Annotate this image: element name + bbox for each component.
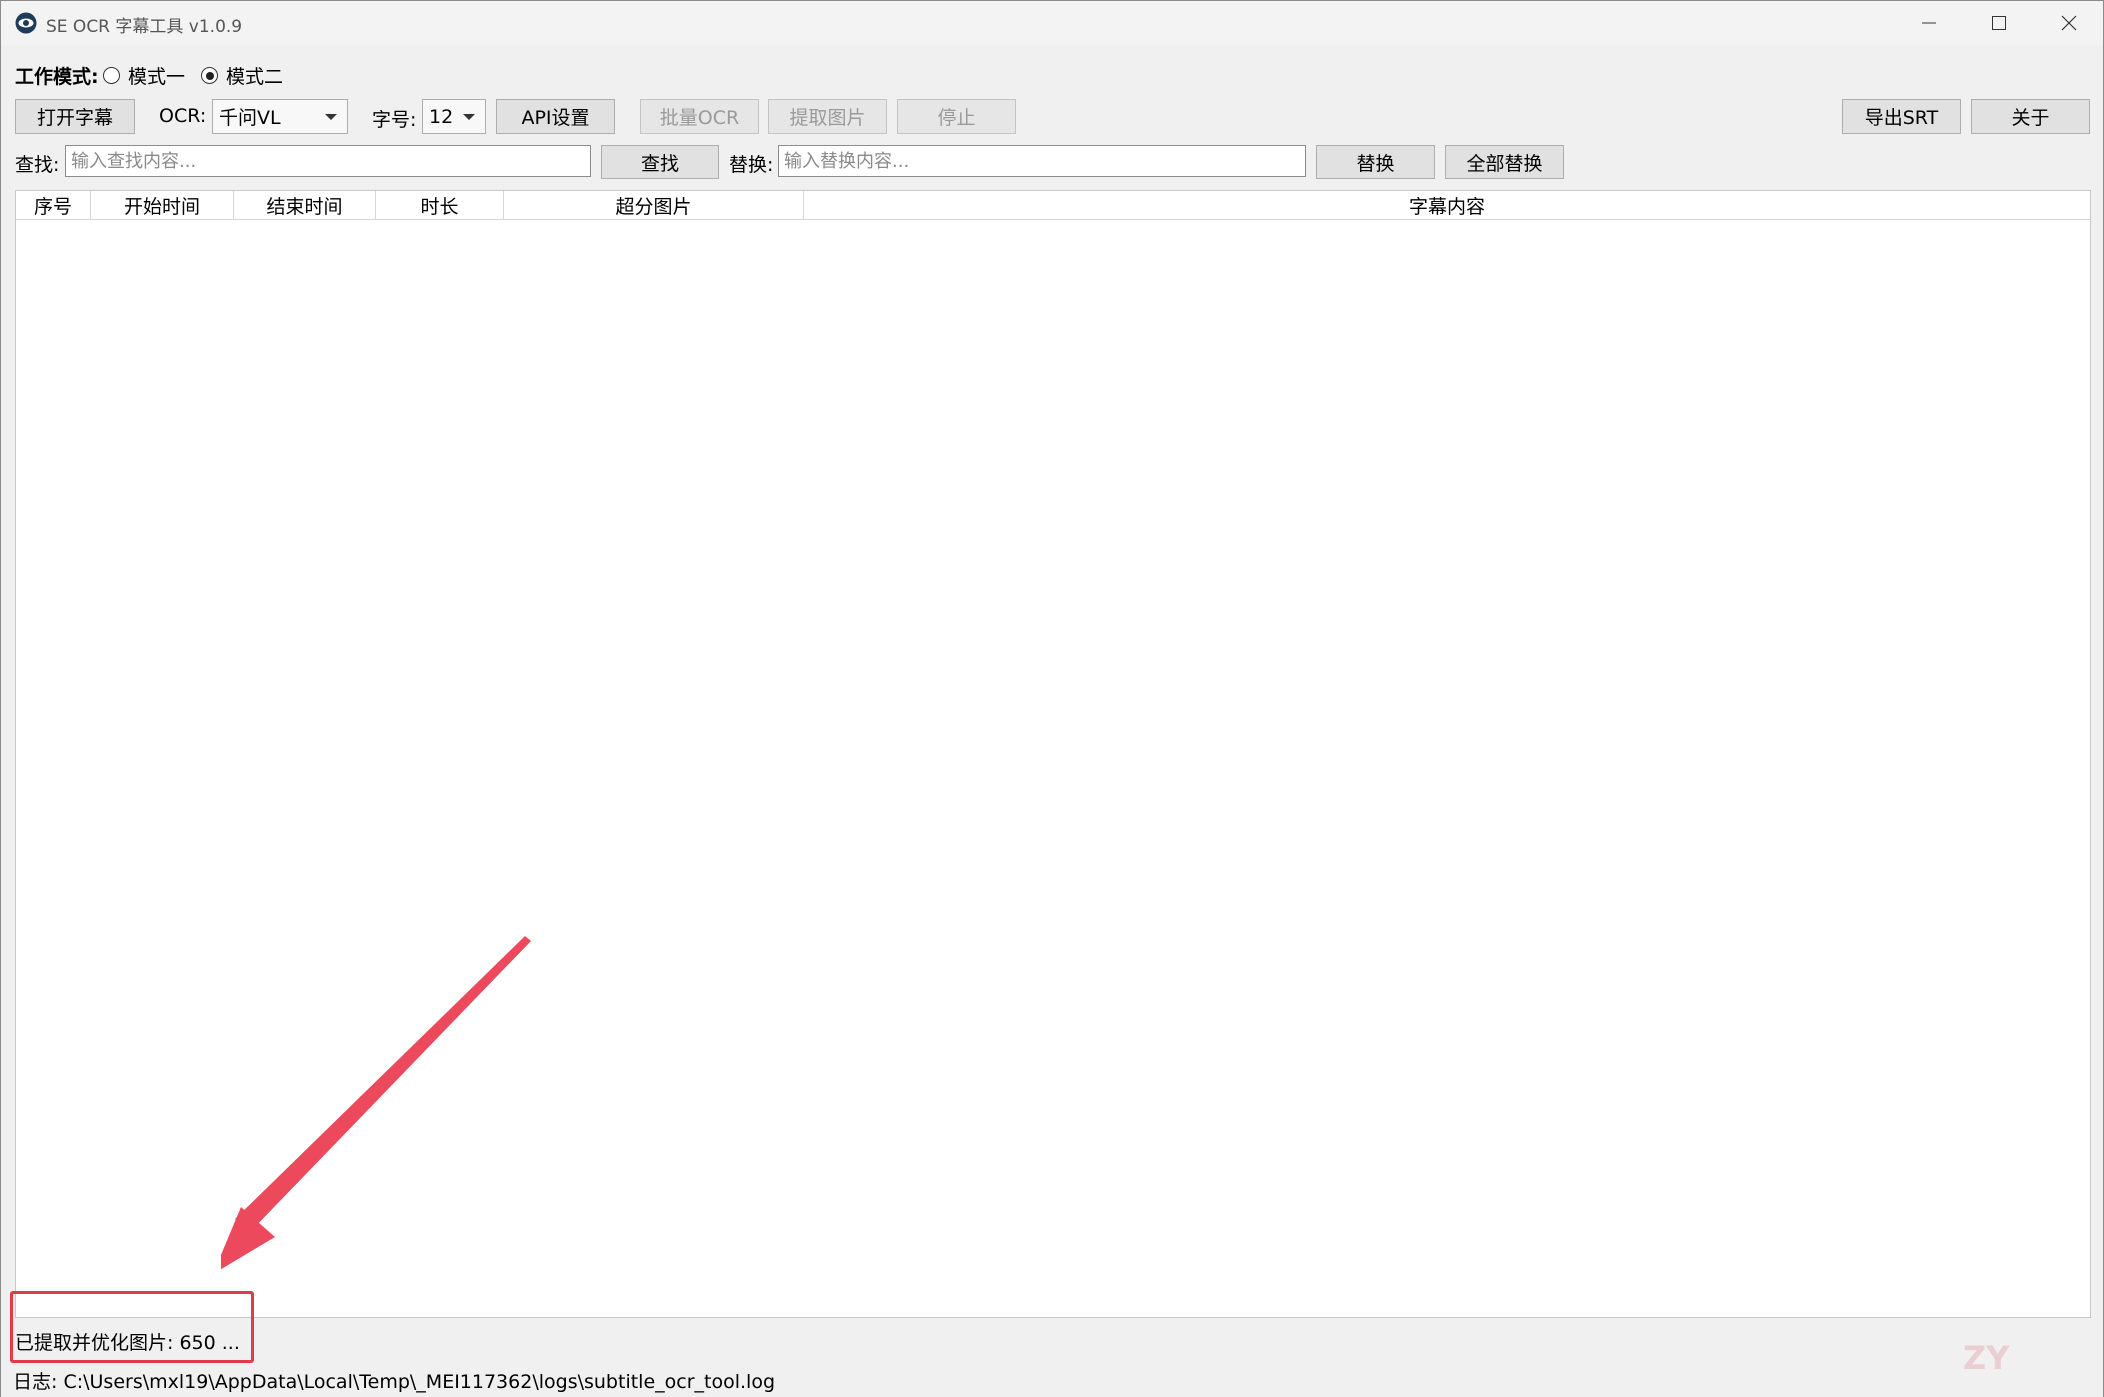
replace-all-button[interactable]: 全部替换 [1445, 145, 1564, 179]
replace-input[interactable] [778, 145, 1306, 177]
mode-one-radio[interactable]: 模式一 [103, 62, 185, 89]
maximize-button[interactable] [1964, 1, 2034, 45]
mode-label: 工作模式: [15, 66, 99, 88]
export-srt-button[interactable]: 导出SRT [1842, 99, 1961, 134]
about-button[interactable]: 关于 [1971, 99, 2090, 134]
extract-images-button[interactable]: 提取图片 [768, 99, 887, 134]
find-button[interactable]: 查找 [601, 145, 719, 179]
column-header-start-time[interactable]: 开始时间 [91, 191, 234, 219]
watermark-logo: ZY [1963, 1339, 2010, 1377]
column-header-subtitle-content[interactable]: 字幕内容 [804, 191, 2090, 219]
minimize-button[interactable] [1894, 1, 1964, 45]
open-subtitle-button[interactable]: 打开字幕 [15, 99, 135, 134]
mode-two-radio[interactable]: 模式二 [201, 62, 283, 89]
mode-two-label: 模式二 [226, 66, 284, 88]
font-size-value: 12 [429, 105, 454, 128]
eye-icon [15, 12, 37, 34]
column-header-end-time[interactable]: 结束时间 [234, 191, 376, 219]
annotation-highlight-box [10, 1291, 254, 1363]
chevron-down-icon [463, 114, 475, 120]
app-window: SE OCR 字幕工具 v1.0.9 工作模式: 模式一 模式二 打开字幕 OC… [0, 0, 2104, 1397]
log-path: 日志: C:\Users\mxl19\AppData\Local\Temp\_M… [13, 1371, 776, 1393]
mode-one-label: 模式一 [128, 66, 186, 88]
ocr-label: OCR: [159, 105, 207, 127]
table-header: 序号 开始时间 结束时间 时长 超分图片 字幕内容 [16, 191, 2090, 220]
find-label: 查找: [15, 154, 60, 176]
font-size-select[interactable]: 12 [422, 99, 486, 134]
chevron-down-icon [325, 114, 337, 120]
window-title: SE OCR 字幕工具 v1.0.9 [46, 17, 243, 37]
title-bar: SE OCR 字幕工具 v1.0.9 [1, 1, 2103, 45]
api-settings-button[interactable]: API设置 [496, 99, 615, 134]
column-header-duration[interactable]: 时长 [376, 191, 504, 219]
stop-button[interactable]: 停止 [897, 99, 1016, 134]
column-header-index[interactable]: 序号 [16, 191, 91, 219]
replace-label: 替换: [729, 154, 774, 176]
close-button[interactable] [2034, 1, 2104, 45]
ocr-engine-value: 千问VL [219, 107, 281, 129]
font-size-label: 字号: [372, 109, 417, 131]
replace-button[interactable]: 替换 [1316, 145, 1435, 179]
minimize-icon [1922, 22, 1936, 24]
maximize-icon [1992, 16, 2006, 30]
radio-checked-icon [201, 67, 218, 84]
close-icon [2061, 15, 2077, 31]
radio-unchecked-icon [103, 67, 120, 84]
column-header-upscaled-image[interactable]: 超分图片 [504, 191, 804, 219]
find-input[interactable] [65, 145, 591, 177]
ocr-engine-select[interactable]: 千问VL [212, 99, 348, 134]
annotation-arrow-icon [221, 936, 531, 1270]
batch-ocr-button[interactable]: 批量OCR [640, 99, 759, 134]
